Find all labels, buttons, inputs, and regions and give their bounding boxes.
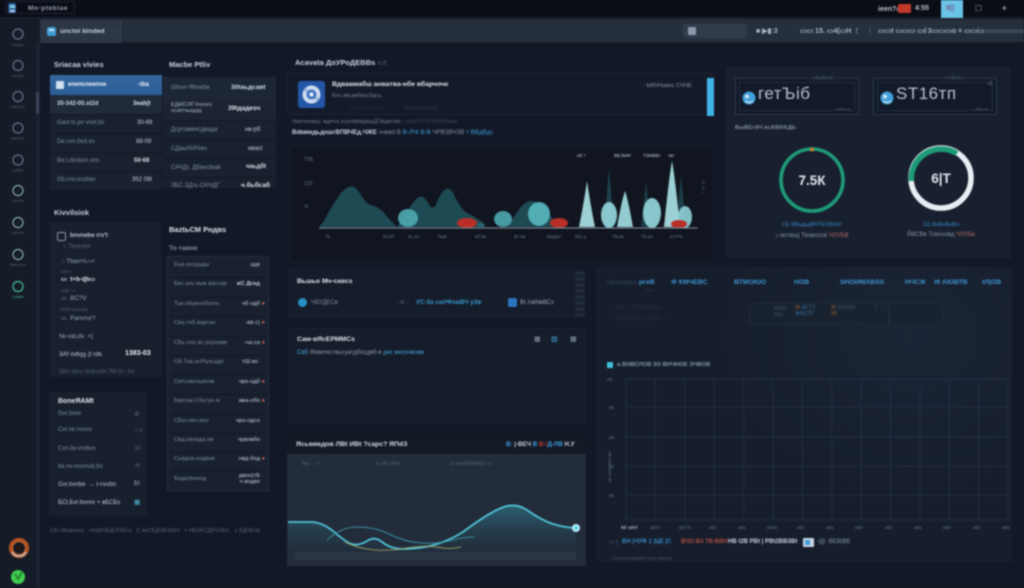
- svg-text:tub.bfs: tub.bfs: [13, 199, 24, 203]
- svg-text:Nessiro: Nessiro: [12, 43, 24, 47]
- svg-text:вВ вЕВСВВВ ВВ: вВ вЕВСВВВ ВВ: [607, 451, 612, 482]
- svg-text:Disb.ns.vv: Disb.ns.vv: [10, 263, 27, 267]
- svg-text:Бь.во: Бь.во: [408, 234, 420, 239]
- svg-text:вВв: вВв: [973, 525, 981, 530]
- svg-text:вбс-д: вбс-д: [575, 234, 587, 239]
- svg-text:Т.ВИВВт: Т.ВИВВт: [643, 153, 661, 158]
- svg-text:вВв: вВв: [797, 525, 805, 530]
- svg-text:вВ: вВ: [609, 435, 614, 440]
- svg-text:твт: твт: [668, 153, 674, 158]
- svg-text:ТВ.вв: ТВ.вв: [612, 234, 624, 239]
- svg-text:вВв: вВв: [943, 525, 951, 530]
- svg-text:вВ: вВ: [609, 405, 614, 410]
- svg-text:12У: 12У: [304, 181, 314, 187]
- svg-text:вЕТЖ: вЕТЖ: [679, 525, 691, 530]
- svg-text:вб-вв: вб-вв: [475, 234, 487, 239]
- svg-text:вВв: вВв: [826, 525, 834, 530]
- svg-text:dub.dvrt: dub.dvrt: [12, 231, 25, 235]
- svg-text:6|Т: 6|Т: [931, 171, 951, 186]
- svg-text:Твав: Твав: [437, 234, 447, 239]
- svg-text:вВТв: вВТв: [650, 525, 660, 530]
- svg-text:ВЕ вВН: ВЕ вВН: [621, 525, 637, 530]
- svg-text:нб +: нб +: [577, 153, 586, 158]
- svg-text:Бвдввт: Бвдввт: [547, 234, 562, 239]
- svg-text:вВв: вВв: [885, 525, 893, 530]
- svg-text:Gab.dvn: Gab.dvn: [11, 105, 25, 109]
- svg-text:s.sobnr: s.sobnr: [12, 295, 25, 299]
- svg-text:вВв: вВв: [709, 525, 717, 530]
- svg-text:Ч-: Ч-: [304, 204, 309, 210]
- svg-text:ТВ.ва: ТВ.ва: [641, 234, 653, 239]
- svg-text:вВв: вВв: [914, 525, 922, 530]
- svg-text:sub/bn: sub/bn: [13, 169, 24, 173]
- svg-text:НЕ: НЕ: [607, 377, 613, 382]
- svg-text:Т2Б: Т2Б: [304, 157, 314, 163]
- svg-text:ws.dv/b: ws.dv/b: [12, 74, 24, 78]
- svg-text:вВбв: вВбв: [767, 525, 778, 530]
- svg-text:вВв: вВв: [855, 525, 863, 530]
- svg-text:Тв: Тв: [325, 234, 331, 239]
- svg-text:вб.вб: вб.вб: [383, 234, 395, 239]
- svg-text:вВв: вВв: [738, 525, 746, 530]
- svg-text:вВ: вВ: [609, 493, 614, 498]
- svg-text:втУРв: втУРв: [670, 234, 683, 239]
- svg-text:Nes.bvs: Nes.bvs: [12, 137, 25, 141]
- svg-text:Вс-вв: Вс-вв: [514, 234, 526, 239]
- svg-text:7.5К: 7.5К: [798, 173, 826, 188]
- svg-text:ВВ.ВИИ: ВВ.ВИИ: [614, 153, 631, 158]
- svg-text:вВв: вВв: [1002, 525, 1010, 530]
